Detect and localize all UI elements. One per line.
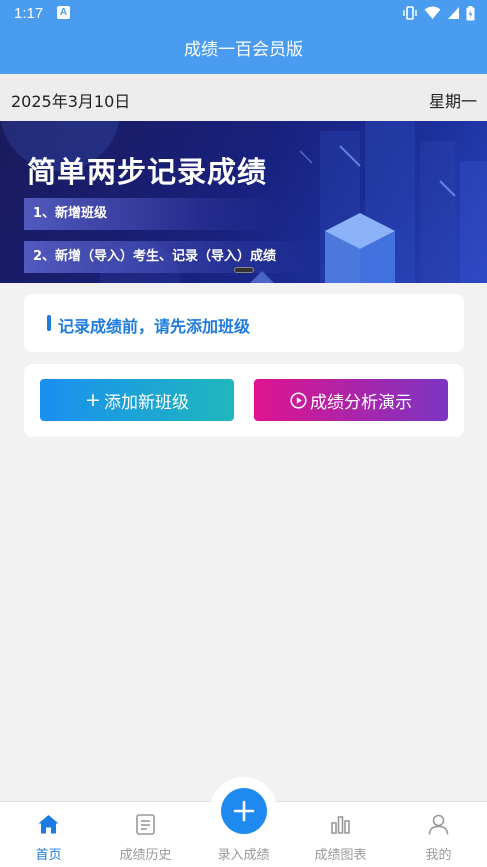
user-icon: [428, 814, 449, 835]
home-icon: [38, 815, 59, 834]
banner-indicator: [234, 267, 254, 273]
analysis-demo-label: 成绩分析演示: [310, 392, 412, 413]
date-bar: 2025年3月10日 星期一: [0, 74, 487, 121]
battery-icon: [466, 5, 475, 20]
promo-banner[interactable]: 简单两步记录成绩 1、新增班级 2、新增（导入）考生、记录（导入）成绩: [0, 121, 487, 283]
tab-charts-label: 成绩图表: [314, 848, 367, 863]
current-weekday: 星期一: [428, 92, 477, 111]
tab-home[interactable]: 首页: [0, 802, 97, 867]
current-date: 2025年3月10日: [11, 92, 131, 111]
add-class-label: 添加新班级: [103, 392, 189, 413]
record-score-fab[interactable]: [221, 788, 267, 834]
status-time: 1:17: [14, 5, 44, 22]
banner-step-1: 1、新增班级: [24, 198, 274, 230]
notice-accent-bar: [47, 315, 51, 331]
analysis-demo-button[interactable]: 成绩分析演示: [254, 379, 448, 421]
notice-text: 记录成绩前，请先添加班级: [58, 317, 251, 336]
app-notification-icon: A: [57, 6, 70, 19]
tab-profile[interactable]: 我的: [390, 802, 487, 867]
app-title: 成绩一百会员版: [0, 27, 487, 74]
history-icon: [136, 814, 155, 835]
status-icons: [402, 5, 475, 21]
actions-card: + 添加新班级 成绩分析演示: [24, 364, 464, 437]
play-circle-icon: [290, 391, 307, 409]
plus-icon: +: [85, 389, 101, 411]
banner-title: 简单两步记录成绩: [27, 155, 268, 189]
vibrate-icon: [403, 6, 417, 20]
add-class-button[interactable]: + 添加新班级: [40, 379, 234, 421]
chart-icon: [331, 816, 350, 834]
notice-card: 记录成绩前，请先添加班级: [24, 294, 464, 352]
signal-icon: [448, 7, 459, 19]
tab-history[interactable]: 成绩历史: [97, 802, 194, 867]
wifi-icon: [424, 6, 441, 19]
plus-icon: [233, 800, 255, 822]
tab-record-label: 录入成绩: [217, 848, 270, 863]
tab-home-label: 首页: [35, 848, 62, 863]
tab-history-label: 成绩历史: [119, 848, 172, 863]
status-bar: 1:17 A: [0, 0, 487, 27]
banner-step-2: 2、新增（导入）考生、记录（导入）成绩: [24, 241, 324, 273]
tab-profile-label: 我的: [425, 848, 452, 863]
tab-charts[interactable]: 成绩图表: [292, 802, 389, 867]
